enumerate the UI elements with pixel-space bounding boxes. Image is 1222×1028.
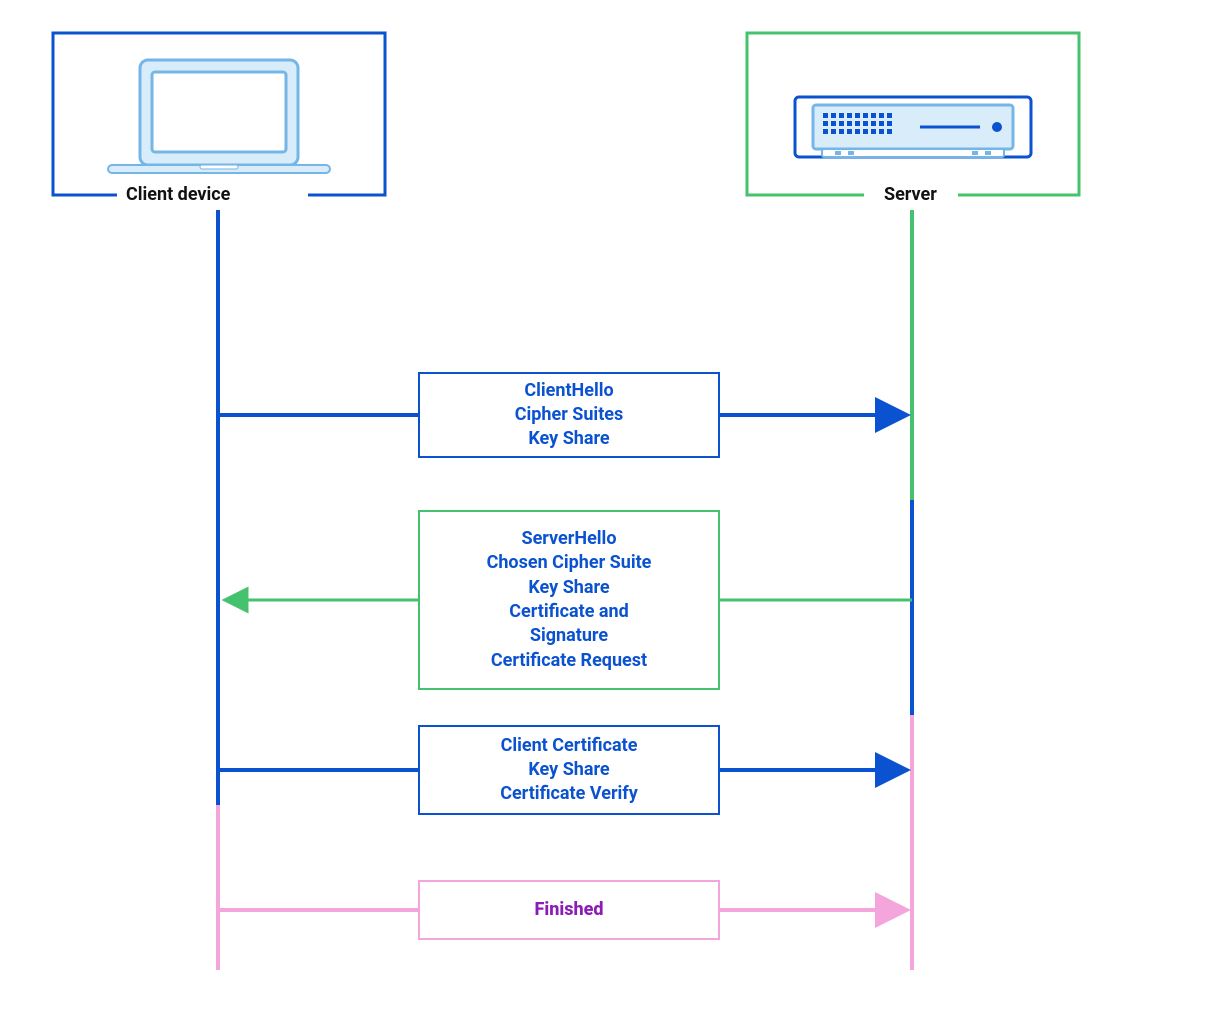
client-frame — [53, 33, 385, 195]
msg-line: Client Certificate — [501, 734, 638, 758]
msg-line: Finished — [535, 898, 604, 922]
server-frame — [747, 33, 1079, 195]
msg-line: ServerHello — [522, 527, 617, 551]
msg-line: Signature — [530, 624, 608, 648]
msg-line: Key Share — [528, 576, 609, 600]
msg-line: Certificate Request — [491, 649, 647, 673]
msg-line: Certificate and — [509, 600, 629, 624]
message-client-hello: ClientHello Cipher Suites Key Share — [418, 372, 720, 458]
message-client-certificate: Client Certificate Key Share Certificate… — [418, 725, 720, 815]
msg-line: Cipher Suites — [515, 403, 624, 427]
server-label: Server — [878, 184, 943, 205]
message-server-hello: ServerHello Chosen Cipher Suite Key Shar… — [418, 510, 720, 690]
msg-line: ClientHello — [524, 379, 613, 403]
laptop-icon — [108, 60, 330, 173]
msg-line: Chosen Cipher Suite — [487, 551, 652, 575]
tls-handshake-diagram: Client device Server ClientHello Cipher … — [0, 0, 1222, 1028]
msg-line: Certificate Verify — [500, 782, 638, 806]
server-icon — [795, 97, 1031, 157]
msg-line: Key Share — [528, 427, 609, 451]
msg-line: Key Share — [528, 758, 609, 782]
client-label: Client device — [120, 184, 236, 205]
message-finished: Finished — [418, 880, 720, 940]
